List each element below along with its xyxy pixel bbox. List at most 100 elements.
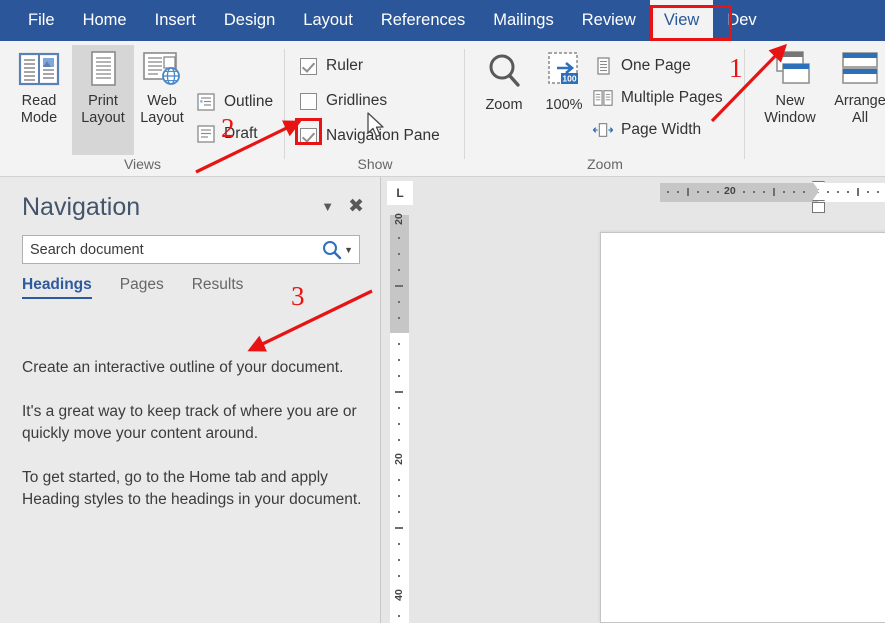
one-page-label: One Page [621,57,691,74]
nav-paragraph-1: Create an interactive outline of your do… [22,359,344,376]
page-width-label: Page Width [621,121,702,138]
hruler-tick [837,191,839,193]
draft-label: Draft [224,125,258,142]
vruler-tick [398,615,400,617]
navigation-pane: Navigation ▼ ✖ ▼ Headings Pages Results … [0,177,381,623]
draft-icon [197,125,215,143]
navigation-pane-label: Navigation Pane [326,127,440,144]
hruler-tick [827,191,829,193]
search-input[interactable] [23,241,322,258]
navigation-pane-tabs: Headings Pages Results [22,276,243,299]
read-mode-label: Read Mode [20,93,58,126]
ribbon-group-window: New Window Arrange All [745,41,885,177]
outline-button[interactable]: Outline [196,89,273,115]
vertical-ruler[interactable]: 20 20 40 [390,213,409,623]
hruler-tick-major [687,188,689,196]
magnifier-icon [489,54,520,87]
zoom-100-button[interactable]: 100 100% [533,45,595,155]
horizontal-ruler[interactable]: 20 [415,181,885,213]
hruler-tick [707,191,709,193]
multiple-pages-button[interactable]: Multiple Pages [593,85,723,111]
tab-mailings[interactable]: Mailings [479,0,568,41]
web-layout-icon [143,52,180,85]
new-window-icon [776,51,810,84]
tab-view-wrapper: View [649,0,732,41]
tab-file[interactable]: File [14,0,69,41]
ribbon-body: Read Mode Print Layout Web Layout Outlin… [0,41,885,177]
zoom-100-label: 100% [545,97,583,113]
web-layout-button[interactable]: Web Layout [131,45,193,155]
vruler-tick [398,317,400,319]
tab-references[interactable]: References [367,0,479,41]
arrange-all-icon [842,52,878,84]
vruler-tick [398,407,400,409]
gridlines-label: Gridlines [326,92,388,109]
ruler-checkbox[interactable] [300,57,317,75]
search-icon[interactable] [321,239,343,261]
tab-design[interactable]: Design [210,0,289,41]
ribbon-group-show: Ruler Gridlines Navigation Pane Show [285,41,465,177]
tab-view[interactable]: View [649,0,714,41]
print-layout-label: Print Layout [81,93,125,126]
draft-button[interactable]: Draft [196,121,258,147]
hruler-tick [743,191,745,193]
hruler-tick [847,191,849,193]
navigation-pane-checkbox-row[interactable]: Navigation Pane [300,123,440,149]
one-page-button[interactable]: One Page [593,53,691,79]
vruler-tick-major [395,285,403,287]
one-page-icon [597,57,610,75]
navigation-pane-title: Navigation [22,193,141,221]
nav-paragraph-3: To get started, go to the Home tab and a… [22,469,362,508]
ribbon-group-views: Read Mode Print Layout Web Layout Outlin… [0,41,285,177]
page-width-button[interactable]: Page Width [593,117,701,143]
show-group-label: Show [357,156,393,172]
gridlines-checkbox-row[interactable]: Gridlines [300,88,387,114]
web-layout-label: Web Layout [140,93,184,126]
tab-insert[interactable]: Insert [141,0,210,41]
hruler-tick [717,191,719,193]
hruler-tick [753,191,755,193]
vruler-tick [398,343,400,345]
navtab-results[interactable]: Results [192,276,244,299]
ribbon-tabs: File Home Insert Design Layout Reference… [0,0,885,41]
tab-developer[interactable]: Dev [713,0,770,41]
navtab-pages[interactable]: Pages [120,276,164,299]
arrange-all-button[interactable]: Arrange All [825,45,885,155]
navigation-pane-checkbox[interactable] [300,127,317,145]
tab-home[interactable]: Home [69,0,141,41]
hruler-tick [783,191,785,193]
vruler-margin-top [390,215,409,333]
vruler-number-top-20: 20 [392,213,405,225]
chevron-down-icon[interactable]: ▼ [321,200,334,213]
vruler-tick [398,253,400,255]
read-mode-button[interactable]: Read Mode [8,45,70,155]
search-document-field[interactable]: ▼ [22,235,360,264]
multiple-pages-label: Multiple Pages [621,89,723,106]
caret-down-icon[interactable]: ▼ [343,245,359,255]
outline-icon [197,93,215,111]
tab-stop-selector-button[interactable]: L [387,181,413,205]
tab-layout[interactable]: Layout [289,0,367,41]
ruler-checkbox-row[interactable]: Ruler [300,53,363,79]
vruler-tick-major [395,391,403,393]
hruler-tick [677,191,679,193]
new-window-button[interactable]: New Window [755,45,825,155]
vruler-number-40: 40 [392,589,405,601]
new-window-label: New Window [764,93,816,126]
left-indent-marker[interactable] [812,202,825,213]
gridlines-checkbox[interactable] [300,92,317,110]
hruler-tick-major [773,188,775,196]
hruler-tick [763,191,765,193]
vruler-tick [398,301,400,303]
hruler-tick [793,191,795,193]
arrange-all-label: Arrange All [834,93,885,126]
zoom-button[interactable]: Zoom [473,45,535,155]
document-page[interactable] [600,232,885,623]
vruler-tick [398,559,400,561]
navtab-headings[interactable]: Headings [22,276,92,299]
ribbon-tab-bar: File Home Insert Design Layout Reference… [0,0,885,41]
tab-review[interactable]: Review [568,0,650,41]
close-icon[interactable]: ✖ [348,197,364,216]
print-layout-button[interactable]: Print Layout [72,45,134,155]
ribbon-group-zoom: Zoom 100 100% One Page Multiple Pages Pa… [465,41,745,177]
